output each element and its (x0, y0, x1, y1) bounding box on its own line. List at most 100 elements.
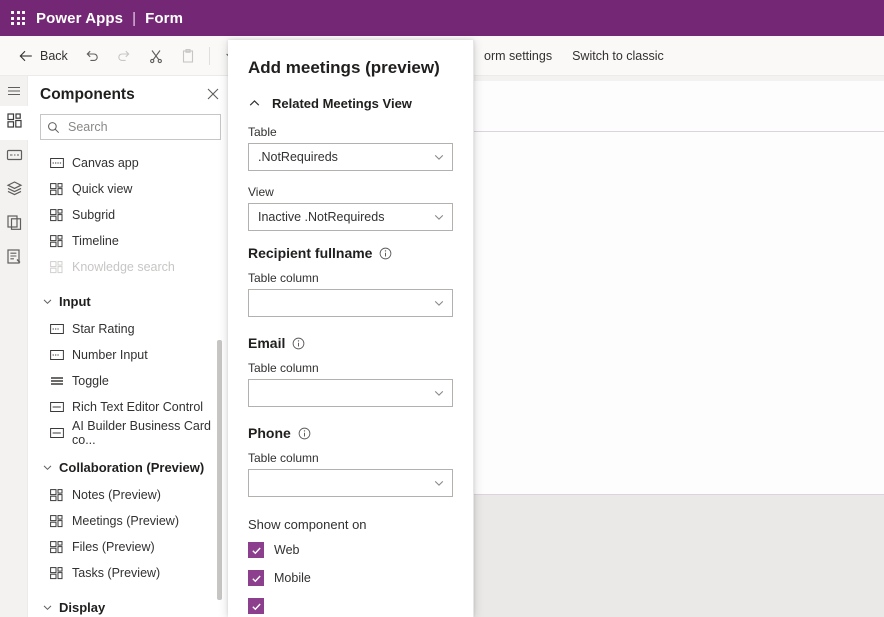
phone-dropdown[interactable] (248, 469, 453, 497)
list-item-label: Rich Text Editor Control (72, 400, 204, 414)
list-item[interactable]: Notes (Preview) (28, 482, 231, 508)
grid-icon (50, 514, 64, 528)
components-scrollbar[interactable] (217, 340, 222, 600)
cut-icon (148, 48, 164, 64)
group-header-input[interactable]: Input (28, 286, 231, 316)
checkbox-row-web[interactable]: Web (228, 536, 473, 564)
input-box-icon (50, 348, 64, 362)
chevron-down-icon (42, 462, 53, 473)
list-item[interactable]: Files (Preview) (28, 534, 231, 560)
waffle-menu-icon[interactable] (0, 0, 36, 36)
group-header-display[interactable]: Display (28, 592, 231, 617)
group-label: Input (59, 293, 91, 309)
checkbox-checked-icon[interactable] (248, 542, 264, 558)
info-icon[interactable] (298, 427, 311, 440)
email-dropdown[interactable] (248, 379, 453, 407)
close-icon[interactable] (203, 86, 223, 104)
section-label: Related Meetings View (272, 96, 412, 111)
command-bar-right: orm settings Switch to classic (474, 36, 674, 76)
info-icon[interactable] (379, 247, 392, 260)
view-dropdown[interactable]: Inactive .NotRequireds (248, 203, 453, 231)
list-item[interactable]: Timeline (28, 228, 231, 254)
email-label: Email (248, 335, 286, 351)
grid-icon (50, 488, 64, 502)
list-item[interactable]: Quick view (28, 176, 231, 202)
group-header-collaboration[interactable]: Collaboration (Preview) (28, 452, 231, 482)
list-item[interactable]: Canvas app (28, 150, 231, 176)
text-box-icon (50, 426, 64, 440)
list-item[interactable]: Rich Text Editor Control (28, 394, 231, 420)
panel-title: Add meetings (preview) (248, 58, 440, 77)
arrow-left-icon (18, 48, 34, 64)
chevron-up-icon (248, 97, 261, 110)
info-icon[interactable] (292, 337, 305, 350)
list-item-label: Tasks (Preview) (72, 566, 161, 580)
checkbox-row-mobile[interactable]: Mobile (228, 564, 473, 592)
table-dropdown-value: .NotRequireds (258, 150, 338, 164)
view-dropdown-value: Inactive .NotRequireds (258, 210, 385, 224)
hamburger-icon[interactable] (0, 76, 28, 106)
command-divider (208, 46, 210, 65)
rail-item-tables[interactable] (0, 174, 28, 208)
paste-button[interactable] (172, 41, 204, 71)
text-box-icon (50, 400, 64, 414)
power-apps-form-designer: Power Apps | Form Back orm settings Swit… (0, 0, 884, 617)
brand-separator: | (132, 9, 137, 27)
rail-item-components[interactable] (0, 106, 28, 140)
redo-button[interactable] (108, 41, 140, 71)
list-item-label: Notes (Preview) (72, 488, 161, 502)
list-item[interactable]: AI Builder Business Card co... (28, 419, 231, 447)
back-button[interactable]: Back (10, 41, 76, 71)
components-panel: Components Canvas app Quick vi (28, 76, 232, 617)
context-name: Form (145, 9, 184, 27)
rail-item-form-properties[interactable] (0, 242, 28, 276)
view-field-label: View (248, 185, 274, 199)
grid-icon (50, 182, 64, 196)
copy-pages-icon (6, 214, 23, 236)
table-dropdown[interactable]: .NotRequireds (248, 143, 453, 171)
properties-panel: Add meetings (preview) Related Meetings … (228, 40, 474, 617)
list-item[interactable]: Subgrid (28, 202, 231, 228)
list-item[interactable]: Star Rating (28, 316, 231, 342)
table-field-label: Table (248, 125, 277, 139)
grid-icon (50, 540, 64, 554)
search-input[interactable] (66, 119, 231, 135)
switch-to-classic-button[interactable]: Switch to classic (562, 41, 674, 71)
components-search[interactable] (40, 114, 231, 140)
section-related-meetings-view[interactable]: Related Meetings View (228, 88, 473, 117)
rail-item-fields[interactable] (0, 140, 28, 174)
recipient-fullname-label: Recipient fullname (248, 245, 373, 261)
product-name[interactable]: Power Apps (36, 10, 123, 27)
checkbox-label: Web (274, 543, 300, 557)
list-item[interactable]: Tasks (Preview) (28, 560, 231, 586)
data-layers-icon (6, 180, 23, 202)
phone-heading: Phone (228, 407, 473, 441)
list-item-label: Subgrid (72, 208, 116, 222)
recipient-fullname-heading: Recipient fullname (228, 231, 473, 261)
list-item[interactable]: Toggle (28, 368, 231, 394)
form-settings-button[interactable]: orm settings (474, 41, 562, 71)
undo-button[interactable] (76, 41, 108, 71)
cut-button[interactable] (140, 41, 172, 71)
list-item-label: Canvas app (72, 156, 139, 170)
recipient-fullname-dropdown[interactable] (248, 289, 453, 317)
components-panel-header: Components (28, 76, 231, 110)
rail-item-pages[interactable] (0, 208, 28, 242)
app-bar: Power Apps | Form (0, 0, 884, 36)
components-list: Canvas app Quick view Subgrid Timeline K… (28, 150, 231, 617)
grid-icon (50, 260, 64, 274)
checkbox-checked-icon[interactable] (248, 570, 264, 586)
canvas-app-icon (50, 156, 64, 170)
list-item-label: Timeline (72, 234, 119, 248)
list-item[interactable]: Meetings (Preview) (28, 508, 231, 534)
toggle-lines-icon (50, 374, 64, 388)
list-item: Knowledge search (28, 254, 231, 280)
checkbox-checked-icon[interactable] (248, 598, 264, 614)
view-field: View Inactive .NotRequireds (228, 185, 473, 231)
brand: Power Apps | Form (36, 10, 183, 27)
phone-field: Table column (228, 451, 473, 497)
list-item[interactable]: Number Input (28, 342, 231, 368)
checkbox-row-third[interactable] (228, 592, 473, 617)
input-box-icon (50, 322, 64, 336)
undo-icon (84, 48, 100, 64)
